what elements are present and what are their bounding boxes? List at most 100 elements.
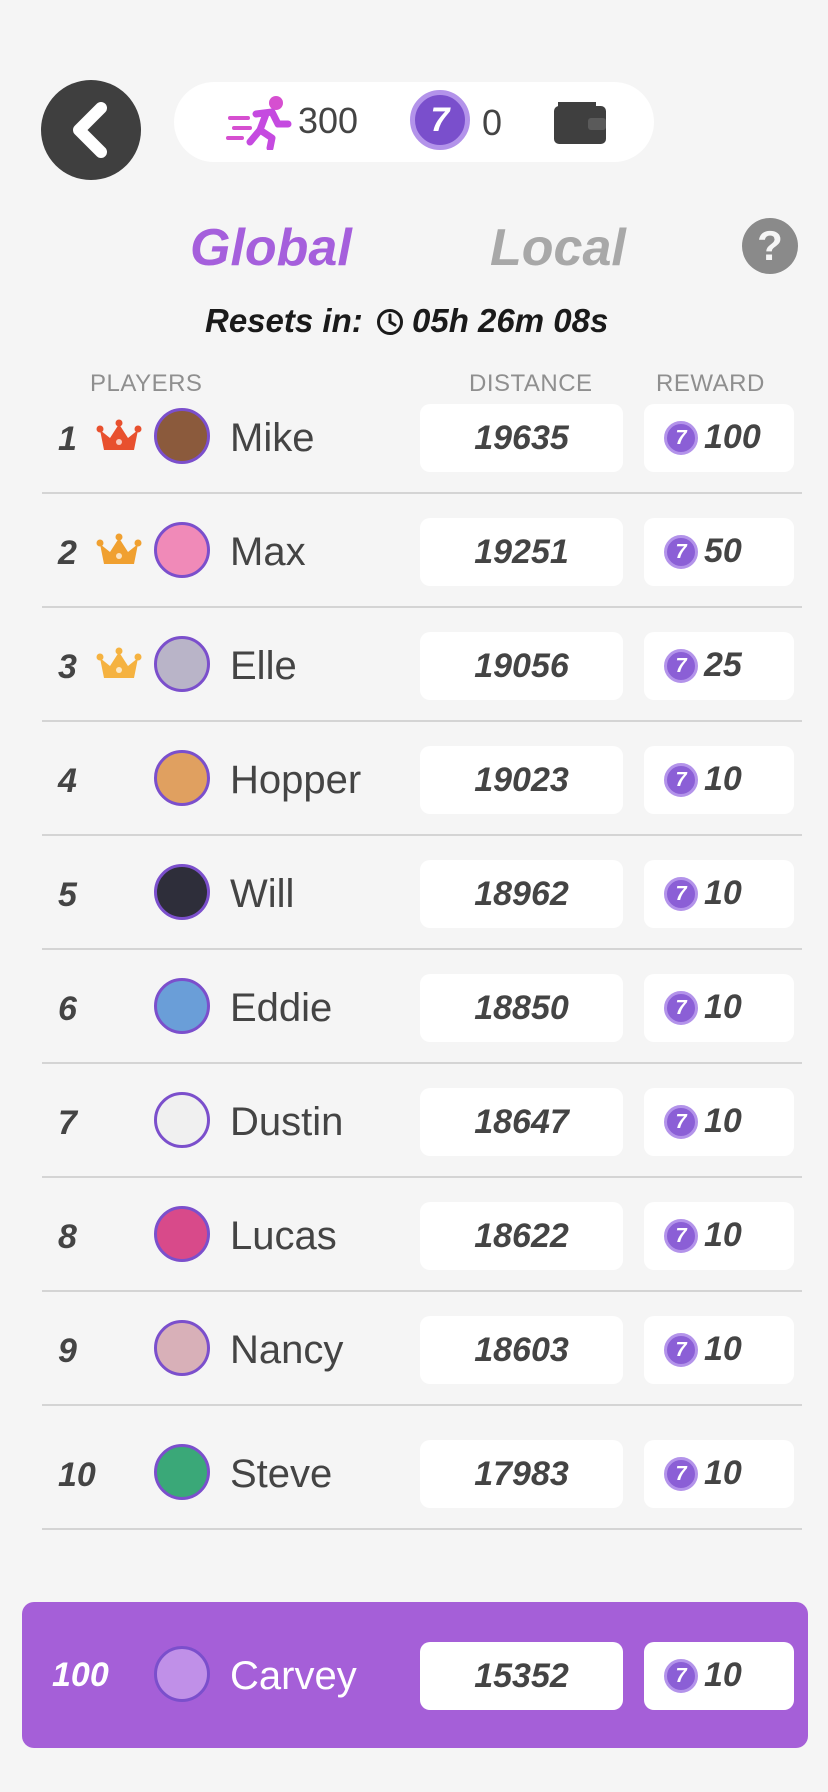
distance-value: 18962 bbox=[420, 860, 623, 928]
player-name: Eddie bbox=[230, 986, 333, 1030]
distance-value: 19056 bbox=[420, 632, 623, 700]
distance-value: 18850 bbox=[420, 974, 623, 1042]
table-row[interactable]: 8 Lucas 18622 7 10 bbox=[0, 1194, 828, 1308]
column-header-players: PLAYERS bbox=[90, 370, 203, 397]
tab-global[interactable]: Global bbox=[190, 218, 352, 278]
reset-timer: 05h 26m 08s bbox=[412, 302, 609, 339]
player-rank: 10 bbox=[58, 1456, 96, 1494]
avatar bbox=[154, 1092, 210, 1148]
player-name: Mike bbox=[230, 416, 315, 460]
avatar bbox=[154, 978, 210, 1034]
divider bbox=[42, 1290, 802, 1292]
runner-icon bbox=[226, 96, 292, 150]
distance-value: 15352 bbox=[420, 1642, 623, 1710]
stats-bar: 300 7 0 bbox=[174, 82, 654, 162]
reward-value: 10 bbox=[704, 1216, 742, 1254]
help-button[interactable]: ? bbox=[742, 218, 798, 274]
clock-icon bbox=[377, 309, 403, 335]
coin-icon: 7 bbox=[664, 763, 698, 797]
back-button[interactable] bbox=[41, 80, 141, 180]
reward-value: 10 bbox=[704, 988, 742, 1026]
coin-icon: 7 bbox=[664, 1659, 698, 1693]
avatar bbox=[154, 750, 210, 806]
player-rank: 6 bbox=[58, 990, 77, 1028]
table-row[interactable]: 6 Eddie 18850 7 10 bbox=[0, 966, 828, 1080]
column-header-reward: REWARD bbox=[656, 370, 765, 397]
chevron-left-icon bbox=[73, 102, 107, 158]
reward-value: 100 bbox=[704, 418, 761, 456]
coin-icon: 7 bbox=[664, 1105, 698, 1139]
table-row[interactable]: 9 Nancy 18603 7 10 bbox=[0, 1308, 828, 1422]
avatar bbox=[154, 1646, 210, 1702]
divider bbox=[42, 1404, 802, 1406]
reward-value: 10 bbox=[704, 1656, 742, 1694]
question-icon: ? bbox=[757, 222, 783, 269]
table-row[interactable]: 7 Dustin 18647 7 10 bbox=[0, 1080, 828, 1194]
reward-box: 7 10 bbox=[644, 1202, 794, 1270]
avatar bbox=[154, 522, 210, 578]
player-rank: 5 bbox=[58, 876, 77, 914]
wallet-icon[interactable] bbox=[552, 98, 608, 146]
tab-local[interactable]: Local bbox=[490, 218, 626, 278]
column-header-distance: DISTANCE bbox=[469, 370, 593, 397]
player-name: Will bbox=[230, 872, 295, 916]
energy-value: 300 bbox=[298, 100, 359, 141]
player-rank: 9 bbox=[58, 1332, 77, 1370]
divider bbox=[42, 834, 802, 836]
reward-box: 7 100 bbox=[644, 404, 794, 472]
player-name: Carvey bbox=[230, 1654, 357, 1698]
avatar bbox=[154, 1320, 210, 1376]
player-name: Nancy bbox=[230, 1328, 344, 1372]
distance-value: 17983 bbox=[420, 1440, 623, 1508]
player-name: Dustin bbox=[230, 1100, 344, 1144]
divider bbox=[42, 1062, 802, 1064]
reward-box: 7 10 bbox=[644, 1088, 794, 1156]
avatar bbox=[154, 1206, 210, 1262]
table-row[interactable]: 10 Steve 17983 7 10 bbox=[0, 1432, 828, 1546]
distance-value: 19251 bbox=[420, 518, 623, 586]
player-rank: 8 bbox=[58, 1218, 77, 1256]
reward-box: 7 10 bbox=[644, 1642, 794, 1710]
coin-icon: 7 bbox=[664, 1219, 698, 1253]
reward-box: 7 10 bbox=[644, 860, 794, 928]
table-row[interactable]: 4 Hopper 19023 7 10 bbox=[0, 738, 828, 852]
distance-value: 18603 bbox=[420, 1316, 623, 1384]
player-rank: 100 bbox=[52, 1656, 109, 1694]
avatar bbox=[154, 408, 210, 464]
distance-value: 19023 bbox=[420, 746, 623, 814]
coin-icon: 7 bbox=[664, 421, 698, 455]
table-row[interactable]: 3 Elle 19056 7 25 bbox=[0, 624, 828, 738]
reward-value: 25 bbox=[704, 646, 742, 684]
reward-value: 10 bbox=[704, 1102, 742, 1140]
divider bbox=[42, 1528, 802, 1530]
reward-value: 10 bbox=[704, 760, 742, 798]
coin-icon: 7 bbox=[664, 649, 698, 683]
reward-box: 7 10 bbox=[644, 1440, 794, 1508]
coin-icon: 7 bbox=[410, 90, 470, 150]
table-row[interactable]: 5 Will 18962 7 10 bbox=[0, 852, 828, 966]
coin-icon: 7 bbox=[664, 1457, 698, 1491]
divider bbox=[42, 1176, 802, 1178]
reward-box: 7 10 bbox=[644, 1316, 794, 1384]
table-row[interactable]: 1 Mike 19635 7 100 bbox=[0, 396, 828, 510]
avatar bbox=[154, 1444, 210, 1500]
coin-icon: 7 bbox=[664, 1333, 698, 1367]
divider bbox=[42, 720, 802, 722]
coin-icon: 7 bbox=[664, 877, 698, 911]
crown-icon bbox=[96, 419, 142, 450]
player-name: Max bbox=[230, 530, 306, 574]
crown-icon bbox=[96, 533, 142, 564]
resets-label: Resets in: bbox=[205, 302, 363, 339]
reward-value: 10 bbox=[704, 1454, 742, 1492]
player-rank: 4 bbox=[58, 762, 77, 800]
table-row[interactable]: 2 Max 19251 7 50 bbox=[0, 510, 828, 624]
reward-box: 7 25 bbox=[644, 632, 794, 700]
coin-icon: 7 bbox=[664, 991, 698, 1025]
player-name: Hopper bbox=[230, 758, 362, 802]
reward-value: 10 bbox=[704, 1330, 742, 1368]
reward-value: 10 bbox=[704, 874, 742, 912]
current-player-row[interactable]: 100 Carvey 15352 7 10 bbox=[22, 1602, 808, 1748]
player-name: Lucas bbox=[230, 1214, 337, 1258]
reward-box: 7 50 bbox=[644, 518, 794, 586]
distance-value: 19635 bbox=[420, 404, 623, 472]
